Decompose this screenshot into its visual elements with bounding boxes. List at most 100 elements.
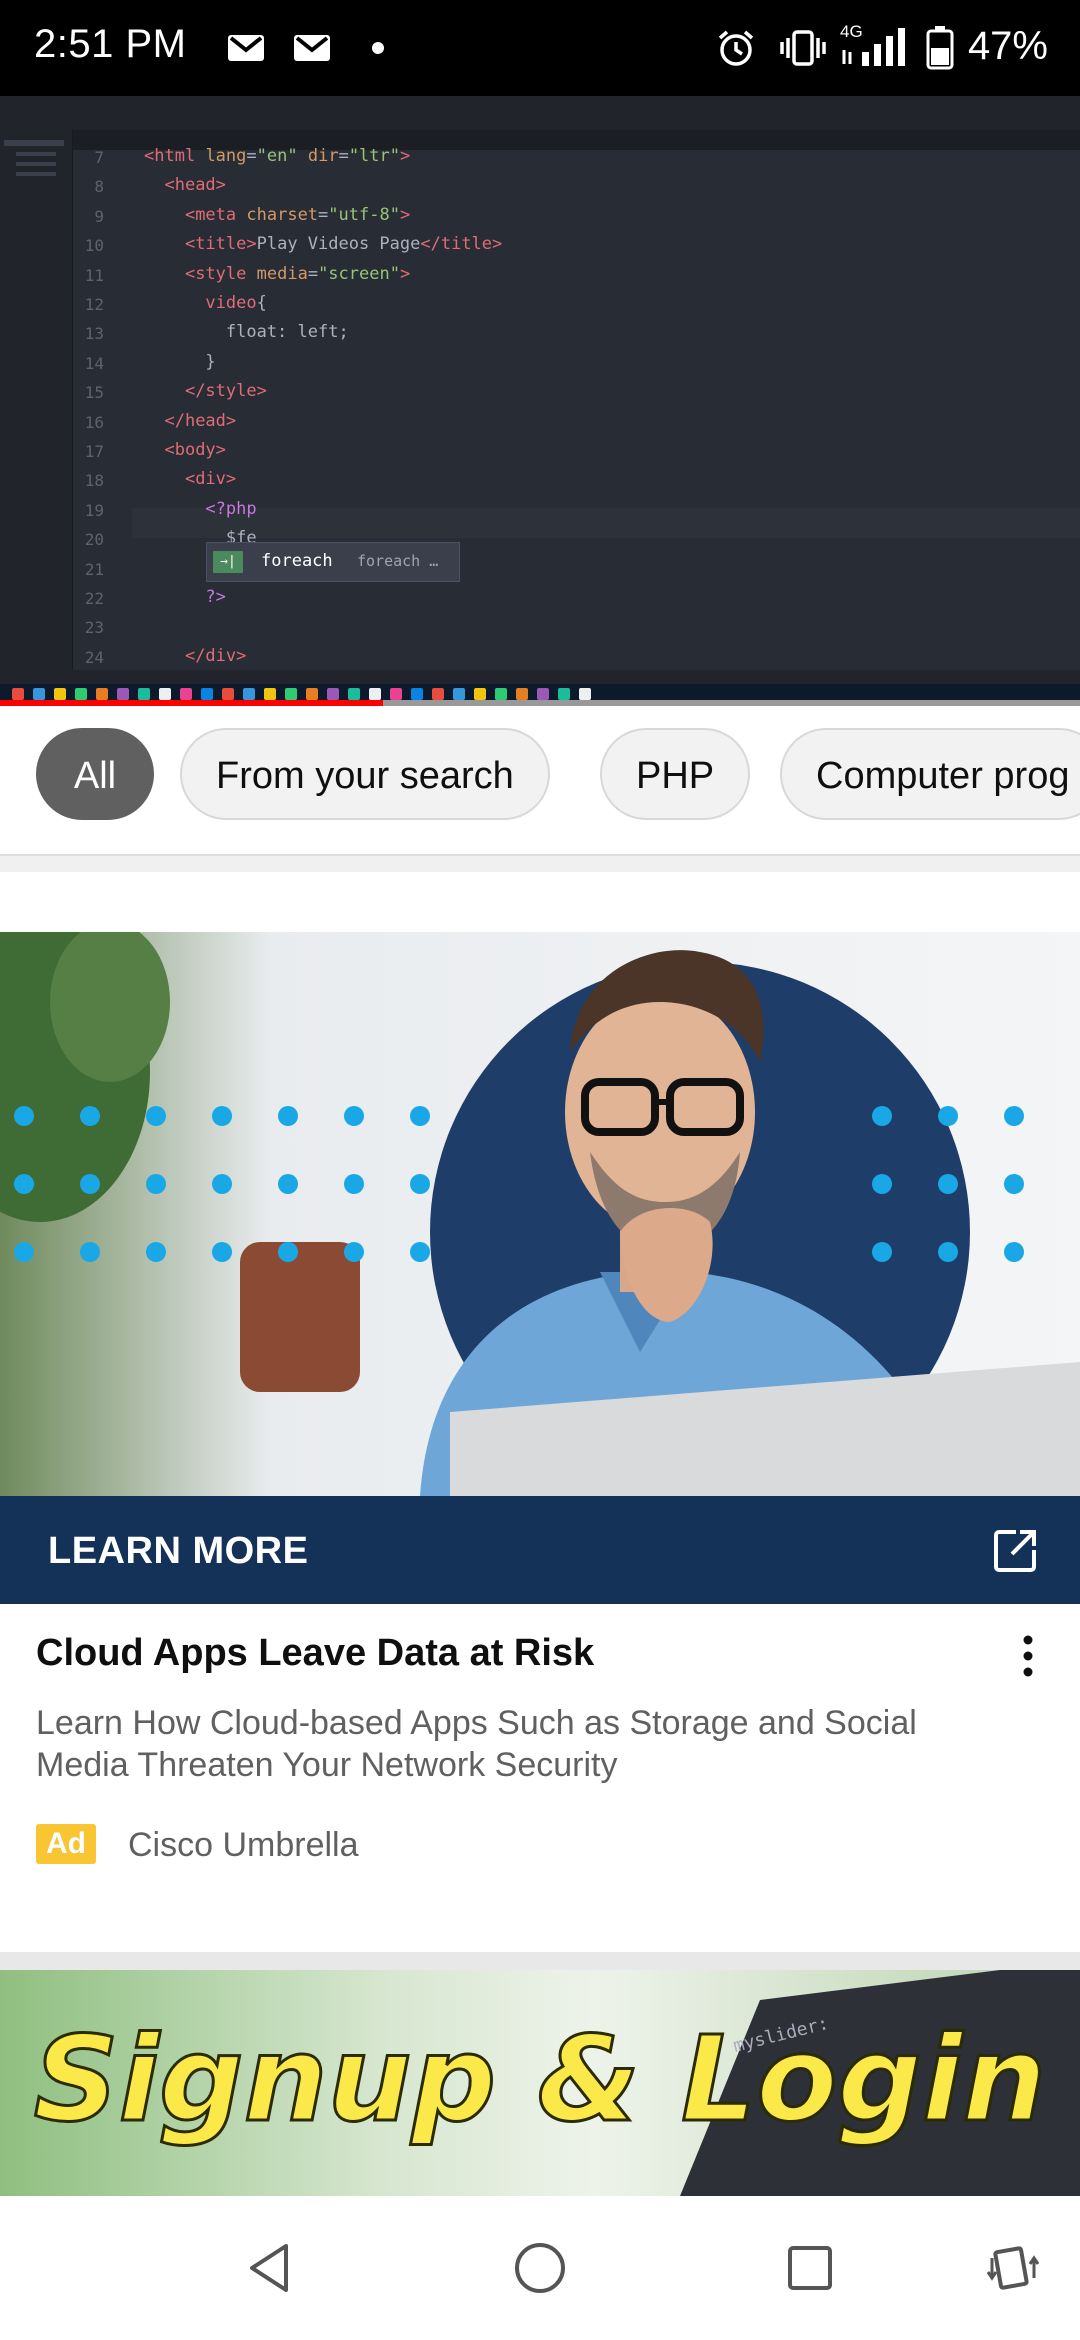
line-number: 16 xyxy=(84,412,104,432)
line-number: 19 xyxy=(84,500,104,520)
line-number: 15 xyxy=(84,383,104,403)
pattern-dot xyxy=(212,1174,232,1194)
line-number: 21 xyxy=(84,559,104,579)
pattern-dot xyxy=(938,1174,958,1194)
next-video-thumbnail[interactable]: myslider: Signup & Login xyxy=(0,1970,1080,2196)
taskbar-app-icon xyxy=(222,688,234,700)
pattern-dot xyxy=(278,1242,298,1262)
code-line: <body> xyxy=(164,440,226,460)
editor-cursor-line xyxy=(132,508,1080,538)
taskbar-app-icon xyxy=(579,688,591,700)
home-icon[interactable] xyxy=(510,2238,570,2298)
code-line: video{ xyxy=(205,293,267,313)
pattern-dot xyxy=(146,1106,166,1126)
taskbar-app-icon xyxy=(516,688,528,700)
taskbar-app-icon xyxy=(327,688,339,700)
status-time: 2:51 PM xyxy=(34,22,187,66)
code-line: <?php xyxy=(205,498,257,519)
next-video-illustration: myslider: Signup & Login xyxy=(0,1970,1080,2196)
line-number: 23 xyxy=(84,618,104,638)
pattern-dot xyxy=(344,1174,364,1194)
editor-menu-bar xyxy=(0,96,1080,130)
chip-all[interactable]: All xyxy=(36,728,154,820)
vibrate-icon xyxy=(780,30,826,66)
line-number: 8 xyxy=(94,177,104,197)
taskbar-app-icon xyxy=(411,688,423,700)
pattern-dot xyxy=(212,1106,232,1126)
line-number: 13 xyxy=(84,324,104,344)
section-divider xyxy=(0,1952,1080,1970)
pattern-dot xyxy=(212,1242,232,1262)
line-number: 22 xyxy=(84,589,104,608)
taskbar-app-icon xyxy=(369,688,381,700)
chip-from-your-search[interactable]: From your search xyxy=(180,728,550,820)
code-line: <style media="screen"> xyxy=(184,263,411,284)
taskbar-app-icon xyxy=(264,688,276,700)
line-number: 7 xyxy=(94,148,104,167)
taskbar-app-icon xyxy=(12,688,24,700)
pattern-dot xyxy=(872,1106,892,1126)
editor-status-bar xyxy=(0,670,1080,684)
pattern-dot xyxy=(872,1174,892,1194)
signal-icon xyxy=(842,28,905,66)
pattern-dot xyxy=(14,1106,34,1126)
code-line: </div> xyxy=(184,645,247,666)
code-line: <meta charset="utf-8"> xyxy=(184,204,411,225)
code-line: } xyxy=(144,351,216,372)
pattern-dot xyxy=(80,1106,100,1126)
taskbar-app-icon xyxy=(558,688,570,700)
taskbar-app-icon xyxy=(306,688,318,700)
external-link-icon xyxy=(994,1528,1040,1572)
taskbar-app-icon xyxy=(201,688,213,700)
line-number: 9 xyxy=(94,206,104,226)
ad-badge: Ad xyxy=(36,1824,96,1864)
autocomplete-keyword: foreach xyxy=(261,551,333,571)
pattern-dot xyxy=(278,1174,298,1194)
code-line: </style> xyxy=(184,381,267,402)
pattern-dot xyxy=(938,1242,958,1262)
taskbar-app-icon xyxy=(138,688,150,700)
autocomplete-popup: →| foreach foreach … xyxy=(206,542,460,582)
pattern-dot xyxy=(146,1242,166,1262)
taskbar-app-icon xyxy=(495,688,507,700)
taskbar-app-icon xyxy=(243,688,255,700)
snippet-icon: →| xyxy=(213,551,243,573)
pattern-dot xyxy=(410,1242,430,1262)
taskbar-app-icon xyxy=(432,688,444,700)
back-icon[interactable] xyxy=(240,2238,300,2298)
editor-file-tree xyxy=(0,130,73,670)
autocomplete-description: foreach … xyxy=(357,552,439,570)
taskbar-app-icon xyxy=(390,688,402,700)
pattern-dot xyxy=(872,1242,892,1262)
taskbar-app-icon xyxy=(33,688,45,700)
thumbnail-title: Signup & Login xyxy=(34,2010,1047,2148)
pattern-dot xyxy=(146,1174,166,1194)
pattern-dot xyxy=(938,1106,958,1126)
recents-icon[interactable] xyxy=(780,2238,840,2298)
line-number: 18 xyxy=(84,471,104,491)
pattern-dot xyxy=(1004,1242,1024,1262)
filter-chips-bar: All From your search PHP Computer prog xyxy=(0,706,1080,856)
alarm-icon xyxy=(718,30,754,66)
video-player[interactable]: 7 <html lang="en" dir="ltr"> 8 <head> 9 <me… xyxy=(0,96,1080,704)
ad-image[interactable] xyxy=(0,932,1080,1496)
taskbar-app-icon xyxy=(117,688,129,700)
pattern-dot xyxy=(14,1174,34,1194)
pattern-dot xyxy=(80,1174,100,1194)
chip-computer-programming[interactable]: Computer prog xyxy=(780,728,1080,820)
rotate-screen-icon[interactable] xyxy=(984,2238,1044,2298)
code-line: </head> xyxy=(164,410,237,431)
system-nav-bar xyxy=(0,2196,1080,2340)
gmail-icon xyxy=(294,35,330,61)
pattern-dot xyxy=(410,1106,430,1126)
pattern-dot xyxy=(1004,1174,1024,1194)
more-options-icon[interactable] xyxy=(1012,1632,1044,1680)
ad-title[interactable]: Cloud Apps Leave Data at Risk xyxy=(36,1632,594,1675)
taskbar-app-icon xyxy=(54,688,66,700)
taskbar-app-icon xyxy=(537,688,549,700)
taskbar-app-icon xyxy=(96,688,108,700)
pattern-dot xyxy=(1004,1106,1024,1126)
ad-illustration xyxy=(0,932,1080,1496)
chip-php[interactable]: PHP xyxy=(600,728,751,820)
learn-more-button[interactable]: LEARN MORE xyxy=(0,1496,1080,1604)
